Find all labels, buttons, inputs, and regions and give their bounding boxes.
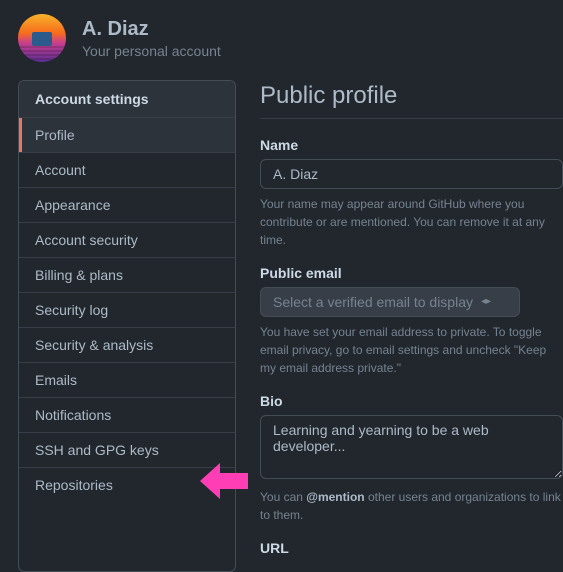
sidebar-item-label: Security & analysis <box>35 337 153 353</box>
email-select[interactable]: Select a verified email to display ◂▸ <box>260 287 520 317</box>
sidebar-item-label: Appearance <box>35 197 111 213</box>
sidebar-item-security-log[interactable]: Security log <box>19 293 235 328</box>
sidebar-item-ssh-gpg-keys[interactable]: SSH and GPG keys <box>19 433 235 468</box>
name-help: Your name may appear around GitHub where… <box>260 195 563 249</box>
email-help: You have set your email address to priva… <box>260 323 563 377</box>
email-group: Public email Select a verified email to … <box>260 265 563 377</box>
sidebar-item-label: Account <box>35 162 86 178</box>
sidebar-item-label: Account security <box>35 232 138 248</box>
url-group: URL <box>260 540 563 556</box>
sidebar-item-appearance[interactable]: Appearance <box>19 188 235 223</box>
sidebar-item-account-security[interactable]: Account security <box>19 223 235 258</box>
main-content: Public profile Name Your name may appear… <box>260 80 563 572</box>
sidebar-item-label: SSH and GPG keys <box>35 442 159 458</box>
sidebar-item-repositories[interactable]: Repositories <box>19 468 235 502</box>
bio-help: You can @mention other users and organiz… <box>260 488 563 524</box>
sidebar-item-account[interactable]: Account <box>19 153 235 188</box>
sidebar-item-profile[interactable]: Profile <box>19 118 235 153</box>
avatar[interactable] <box>18 14 66 62</box>
sidebar-item-label: Notifications <box>35 407 111 423</box>
sidebar-item-emails[interactable]: Emails <box>19 363 235 398</box>
settings-sidebar: Account settings Profile Account Appeara… <box>18 80 236 572</box>
sidebar-item-notifications[interactable]: Notifications <box>19 398 235 433</box>
sidebar-item-label: Emails <box>35 372 77 388</box>
sidebar-item-label: Security log <box>35 302 108 318</box>
sidebar-item-label: Profile <box>35 127 75 143</box>
name-label: Name <box>260 137 563 153</box>
bio-label: Bio <box>260 393 563 409</box>
sidebar-title: Account settings <box>19 81 235 118</box>
updown-caret-icon: ◂▸ <box>481 297 491 307</box>
account-header: A. Diaz Your personal account <box>0 0 563 80</box>
sidebar-item-label: Repositories <box>35 477 113 493</box>
url-label: URL <box>260 540 563 556</box>
display-name: A. Diaz <box>82 17 221 41</box>
sidebar-item-label: Billing & plans <box>35 267 123 283</box>
account-subtitle: Your personal account <box>82 43 221 59</box>
page-title: Public profile <box>260 82 563 119</box>
header-text: A. Diaz Your personal account <box>82 17 221 59</box>
sidebar-item-security-analysis[interactable]: Security & analysis <box>19 328 235 363</box>
bio-group: Bio You can @mention other users and org… <box>260 393 563 524</box>
email-select-placeholder: Select a verified email to display <box>273 294 473 310</box>
sidebar-item-billing[interactable]: Billing & plans <box>19 258 235 293</box>
email-label: Public email <box>260 265 563 281</box>
name-group: Name Your name may appear around GitHub … <box>260 137 563 249</box>
bio-textarea[interactable] <box>260 415 563 479</box>
name-input[interactable] <box>260 159 563 189</box>
